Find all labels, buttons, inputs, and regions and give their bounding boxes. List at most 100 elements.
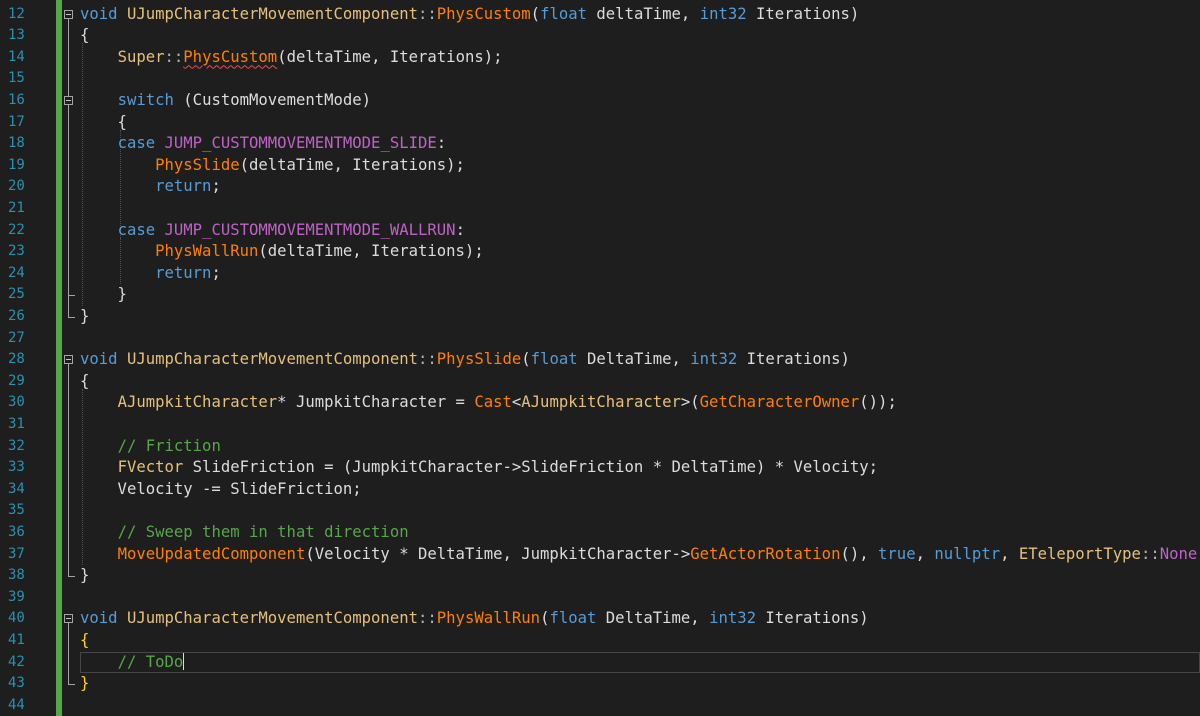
line-number: 37 bbox=[8, 545, 25, 562]
code-line[interactable]: { bbox=[80, 630, 89, 652]
code-token: // ToDo bbox=[117, 652, 184, 671]
code-token: Velocity -= SlideFriction; bbox=[80, 479, 362, 498]
code-line[interactable]: } bbox=[80, 306, 89, 328]
code-line[interactable]: MoveUpdatedComponent(Velocity * DeltaTim… bbox=[80, 544, 1200, 566]
line-number: 21 bbox=[8, 199, 25, 216]
code-line[interactable]: Super::PhysCustom(deltaTime, Iterations)… bbox=[80, 47, 503, 69]
code-line[interactable]: return; bbox=[80, 263, 221, 285]
line-number: 43 bbox=[8, 675, 25, 692]
code-token: Cast bbox=[474, 393, 512, 412]
code-token: void bbox=[80, 4, 118, 23]
code-line[interactable]: { bbox=[80, 371, 89, 393]
code-token: DeltaTime, bbox=[596, 609, 710, 628]
line-number: 13 bbox=[8, 27, 25, 44]
code-token: } bbox=[80, 674, 90, 693]
code-line[interactable]: switch (CustomMovementMode) bbox=[80, 90, 372, 112]
code-editor[interactable]: 12 13 14 15 16 17 18 19 20 21 22 23 24 25 26 27 28 29 30 31… bbox=[0, 0, 1200, 716]
collapse-region-icon[interactable] bbox=[64, 95, 73, 105]
code-line[interactable]: case JUMP_CUSTOMMOVEMENTMODE_WALLRUN: bbox=[80, 220, 465, 242]
code-token: // Friction bbox=[117, 436, 221, 455]
code-token: (CustomMovementMode) bbox=[173, 90, 372, 109]
code-token: Iterations) bbox=[756, 609, 869, 628]
line-number: 25 bbox=[8, 286, 25, 303]
line-number: 39 bbox=[8, 588, 25, 605]
code-line[interactable]: { bbox=[80, 25, 89, 47]
collapse-region-icon[interactable] bbox=[64, 355, 73, 365]
error-squiggle-token: PhysCustom bbox=[183, 47, 278, 66]
code-line[interactable]: PhysWallRun(deltaTime, Iterations); bbox=[80, 241, 484, 263]
code-token: // Sweep them in that direction bbox=[117, 522, 409, 541]
line-number: 20 bbox=[8, 178, 25, 195]
code-token: } bbox=[80, 566, 90, 585]
code-line[interactable]: PhysSlide(deltaTime, Iterations); bbox=[80, 155, 465, 177]
code-token: (Velocity * DeltaTime, JumpkitCharacter-… bbox=[305, 544, 691, 563]
code-line[interactable]: case JUMP_CUSTOMMOVEMENTMODE_SLIDE: bbox=[80, 133, 447, 155]
fold-region-end bbox=[68, 684, 75, 686]
fold-region-line bbox=[68, 364, 69, 577]
line-number: 27 bbox=[8, 329, 25, 346]
code-token: case bbox=[117, 134, 156, 153]
code-token: { bbox=[80, 630, 90, 649]
code-token: { bbox=[80, 26, 90, 45]
code-line[interactable]: } bbox=[80, 284, 127, 306]
code-line[interactable]: void UJumpCharacterMovementComponent::Ph… bbox=[80, 4, 859, 26]
line-number: 14 bbox=[8, 48, 25, 65]
code-line[interactable]: // Sweep them in that direction bbox=[80, 522, 409, 544]
line-number: 35 bbox=[8, 502, 25, 519]
line-number: 19 bbox=[8, 156, 25, 173]
code-token: { bbox=[80, 371, 90, 390]
line-number: 40 bbox=[8, 610, 25, 627]
code-token: float bbox=[540, 4, 588, 23]
fold-region-end bbox=[68, 295, 75, 297]
line-number: 22 bbox=[8, 221, 25, 238]
code-line[interactable]: // ToDo bbox=[80, 652, 185, 674]
code-token: } bbox=[80, 306, 90, 325]
collapse-region-icon[interactable] bbox=[64, 614, 73, 624]
fold-region-line bbox=[68, 623, 69, 685]
code-line[interactable]: } bbox=[80, 673, 89, 695]
code-line[interactable]: { bbox=[80, 112, 127, 134]
code-line[interactable]: } bbox=[80, 565, 89, 587]
collapse-region-icon[interactable] bbox=[64, 9, 73, 19]
code-token: UJumpCharacterMovementComponent bbox=[126, 350, 418, 369]
line-number: 38 bbox=[8, 567, 25, 584]
code-token: PhysWallRun bbox=[155, 242, 259, 261]
code-token: PhysWallRun bbox=[436, 609, 541, 628]
code-line[interactable]: FVector SlideFriction = (JumpkitCharacte… bbox=[80, 457, 878, 479]
line-number: 15 bbox=[8, 70, 25, 87]
code-token: UJumpCharacterMovementComponent bbox=[126, 4, 418, 23]
code-token: : bbox=[455, 220, 465, 239]
code-token: float bbox=[549, 609, 597, 628]
code-line[interactable]: AJumpkitCharacter* JumpkitCharacter = Ca… bbox=[80, 392, 897, 414]
code-token: : bbox=[436, 134, 447, 153]
code-token: float bbox=[530, 350, 578, 369]
fold-region-end bbox=[68, 316, 75, 318]
code-token: } bbox=[80, 285, 127, 304]
change-tracking-bar bbox=[56, 0, 62, 716]
code-line[interactable]: Velocity -= SlideFriction; bbox=[80, 479, 362, 501]
code-token: ()); bbox=[859, 393, 897, 412]
line-number: 44 bbox=[8, 696, 25, 713]
code-line[interactable]: void UJumpCharacterMovementComponent::Ph… bbox=[80, 349, 850, 371]
line-number: 23 bbox=[8, 243, 25, 260]
code-token: ; bbox=[211, 263, 221, 282]
code-line[interactable]: // Friction bbox=[80, 436, 221, 458]
line-number: 30 bbox=[8, 394, 25, 411]
line-number: 42 bbox=[8, 653, 25, 670]
code-line[interactable]: return; bbox=[80, 176, 221, 198]
code-line[interactable]: void UJumpCharacterMovementComponent::Ph… bbox=[80, 608, 869, 630]
code-token: return bbox=[155, 263, 212, 282]
code-token: AJumpkitCharacter bbox=[521, 393, 681, 412]
line-number: 26 bbox=[8, 307, 25, 324]
line-number: 17 bbox=[8, 113, 25, 130]
